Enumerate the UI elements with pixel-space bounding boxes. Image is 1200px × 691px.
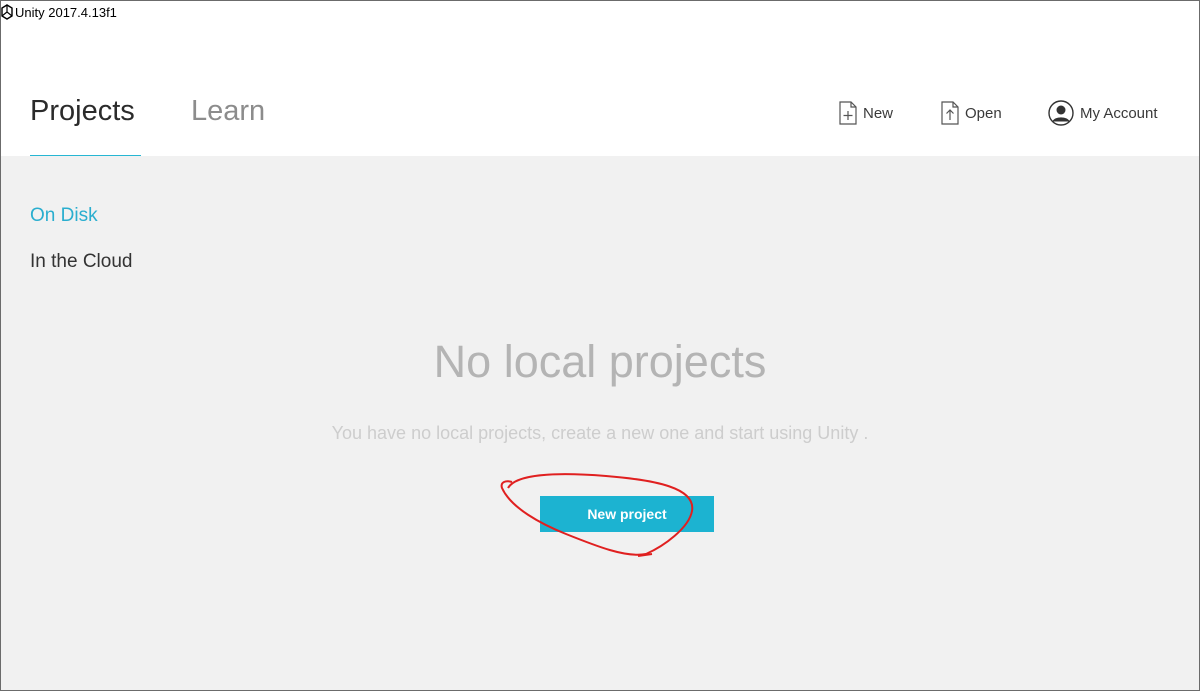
- sidebar-item-on-disk[interactable]: On Disk: [30, 205, 98, 227]
- new-file-icon: [839, 101, 857, 125]
- tab-projects[interactable]: Projects: [30, 95, 135, 128]
- launcher-window: Unity 2017.4.13f1 Projects Learn New Ope…: [0, 0, 1200, 691]
- header: Projects Learn New Open My Account: [1, 25, 1199, 158]
- new-button-label: New: [863, 104, 894, 122]
- window-title: Unity 2017.4.13f1: [15, 5, 117, 20]
- new-button[interactable]: New: [839, 101, 893, 125]
- my-account-button[interactable]: My Account: [1048, 100, 1158, 126]
- open-button-label: Open: [965, 104, 1002, 122]
- empty-state-title: No local projects: [433, 336, 767, 387]
- title-bar: Unity 2017.4.13f1: [1, 1, 1199, 25]
- sidebar-item-in-the-cloud[interactable]: In the Cloud: [30, 251, 132, 273]
- new-project-button[interactable]: New project: [540, 496, 714, 532]
- open-button[interactable]: Open: [941, 101, 1002, 125]
- empty-state-description: You have no local projects, create a new…: [331, 423, 869, 443]
- open-file-icon: [941, 101, 959, 125]
- unity-logo-icon: [1, 4, 13, 20]
- tab-learn[interactable]: Learn: [191, 95, 265, 128]
- my-account-label: My Account: [1080, 104, 1158, 122]
- account-icon: [1048, 100, 1074, 126]
- main-content: On Disk In the Cloud No local projects Y…: [1, 156, 1199, 690]
